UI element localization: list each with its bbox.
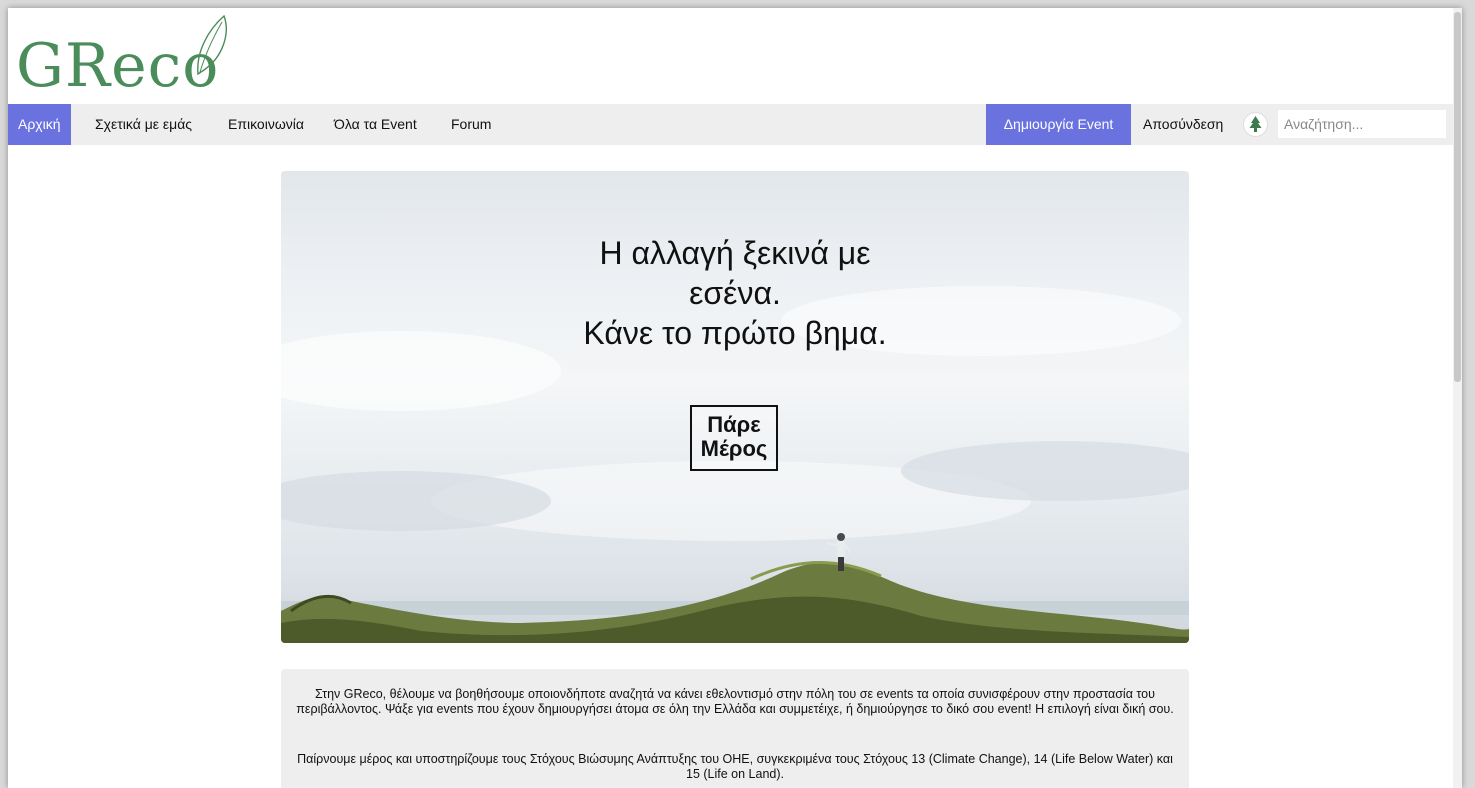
main-navbar: Αρχική Σχετικά με εμάς Επικοινωνία Όλα τ… bbox=[8, 104, 1453, 145]
browser-page: GReco Αρχική Σχετικά με εμάς Επικοινωνία… bbox=[8, 8, 1462, 788]
create-event-button[interactable]: Δημιουργία Event bbox=[986, 104, 1131, 145]
hero-headline-line-2: εσένα. bbox=[689, 275, 781, 311]
logout-link[interactable]: Αποσύνδεση bbox=[1135, 104, 1231, 145]
about-section: Στην GReco, θέλουμε να βοηθήσουμε οποιον… bbox=[281, 669, 1189, 788]
tree-icon[interactable] bbox=[1243, 112, 1268, 137]
hero-headline-line-1: Η αλλαγή ξεκινά με bbox=[599, 235, 871, 271]
hero-headline: Η αλλαγή ξεκινά με εσένα. Κάνε το πρώτο … bbox=[281, 233, 1189, 353]
search-input[interactable] bbox=[1278, 110, 1446, 138]
take-part-button[interactable]: Πάρε Μέρος bbox=[690, 405, 778, 471]
about-paragraph-1: Στην GReco, θέλουμε να βοηθήσουμε οποιον… bbox=[296, 687, 1174, 716]
take-part-button-line-2: Μέρος bbox=[700, 436, 768, 461]
scrollbar-thumb[interactable] bbox=[1454, 12, 1461, 382]
take-part-button-line-1: Πάρε bbox=[707, 412, 761, 437]
hero-banner: Η αλλαγή ξεκινά με εσένα. Κάνε το πρώτο … bbox=[281, 171, 1189, 643]
leaf-icon bbox=[197, 14, 227, 76]
hero-headline-line-3: Κάνε το πρώτο βημα. bbox=[583, 315, 887, 351]
nav-item-all-events[interactable]: Όλα τα Event bbox=[324, 104, 427, 145]
greco-logo[interactable]: GReco bbox=[12, 12, 242, 104]
nav-item-contact[interactable]: Επικοινωνία bbox=[218, 104, 314, 145]
nav-item-forum[interactable]: Forum bbox=[441, 104, 501, 145]
logo-text: GReco bbox=[16, 31, 220, 101]
nav-item-about[interactable]: Σχετικά με εμάς bbox=[85, 104, 202, 145]
about-paragraph-2: Παίρνουμε μέρος και υποστηρίζουμε τους Σ… bbox=[297, 752, 1173, 781]
vertical-scrollbar[interactable] bbox=[1453, 8, 1462, 788]
tree-icon-graphic bbox=[1243, 112, 1268, 137]
nav-item-home[interactable]: Αρχική bbox=[8, 104, 71, 145]
